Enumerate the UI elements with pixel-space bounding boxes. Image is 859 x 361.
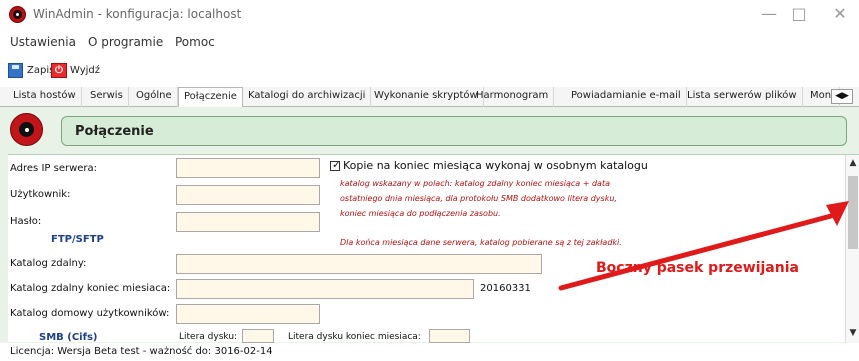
drive-letter-month-end-label: Litera dysku koniec miesiaca:: [288, 332, 421, 342]
exit-button[interactable]: Wyjdź: [70, 65, 100, 76]
radiation-logo-icon: [10, 113, 43, 146]
tab-strip: Lista hostów Serwis Ogólne Połączenie Ka…: [0, 87, 859, 108]
remote-directory-month-end-label: Katalog zdalny koniec miesiaca:: [10, 283, 171, 294]
tab-general[interactable]: Ogólne: [131, 87, 178, 107]
server-ip-label: Adres IP serwera:: [10, 163, 98, 174]
save-icon[interactable]: [8, 63, 23, 78]
home-directory-label: Katalog domowy użytkowników:: [10, 308, 170, 319]
remote-directory-input[interactable]: [176, 254, 542, 274]
minimize-button[interactable]: —: [755, 4, 783, 24]
menu-help[interactable]: Pomoc: [175, 35, 215, 49]
license-status: Licencja: Wersja Beta test - ważność do:…: [10, 346, 273, 357]
toolbar: Zapisz ⏻ Wyjdź: [0, 55, 859, 86]
checkmark-icon: ✓: [332, 158, 342, 171]
home-directory-input[interactable]: [176, 304, 320, 324]
drive-letter-month-end-input[interactable]: [429, 329, 470, 343]
close-button[interactable]: ✕: [826, 4, 854, 24]
menu-about[interactable]: O programie: [88, 35, 163, 49]
annotation-arrow: [558, 201, 849, 291]
user-label: Użytkownik:: [10, 189, 71, 200]
app-logo-icon: [9, 6, 26, 23]
tab-scroll-arrows[interactable]: ◀▶: [831, 89, 853, 104]
password-label: Hasło:: [10, 216, 42, 227]
remote-directory-month-end-input[interactable]: [176, 279, 474, 299]
checkbox-note-line-3: koniec miesiąca do podłączenia zasobu.: [340, 209, 501, 218]
tab-file-server-list[interactable]: Lista serwerów plików: [682, 87, 803, 107]
menu-bar: Ustawienia O programie Pomoc: [0, 31, 859, 53]
tab-connection[interactable]: Połączenie: [178, 87, 243, 108]
status-bar: Licencja: Wersja Beta test - ważność do:…: [0, 343, 859, 361]
drive-letter-input[interactable]: [242, 329, 274, 343]
tab-script-execution[interactable]: Wykonanie skryptów: [369, 87, 484, 107]
winadmin-window: WinAdmin - konfiguracja: localhost — □ ✕…: [0, 0, 859, 361]
menu-settings[interactable]: Ustawienia: [10, 35, 76, 49]
tab-host-list[interactable]: Lista hostów: [8, 87, 82, 107]
scroll-down-icon[interactable]: ▼: [848, 328, 858, 340]
month-end-copy-checkbox[interactable]: ✓: [330, 158, 342, 171]
tab-email-notifications[interactable]: Powiadamianie e-mail: [566, 87, 687, 107]
user-input[interactable]: [176, 185, 320, 205]
remote-directory-label: Katalog zdalny:: [10, 258, 87, 269]
tab-service[interactable]: Serwis: [85, 87, 129, 107]
title-bar: WinAdmin - konfiguracja: localhost — □ ✕: [0, 0, 859, 30]
ftp-sftp-heading: FTP/SFTP: [51, 234, 104, 245]
drive-letter-label: Litera dysku:: [179, 332, 238, 342]
server-ip-input[interactable]: [176, 158, 320, 178]
tab-archive-directories[interactable]: Katalogi do archiwizacji: [243, 87, 372, 107]
maximize-button[interactable]: □: [785, 4, 813, 24]
section-header: Połączenie: [61, 116, 847, 146]
window-title: WinAdmin - konfiguracja: localhost: [33, 7, 242, 21]
smb-cifs-heading: SMB (Cifs): [39, 332, 98, 343]
password-input[interactable]: [176, 212, 320, 232]
section-title: Połączenie: [75, 124, 154, 139]
month-end-date-value: 20160331: [480, 283, 531, 294]
tab-schedule[interactable]: Harmonogram: [471, 87, 555, 107]
exit-icon[interactable]: ⏻: [51, 63, 67, 78]
